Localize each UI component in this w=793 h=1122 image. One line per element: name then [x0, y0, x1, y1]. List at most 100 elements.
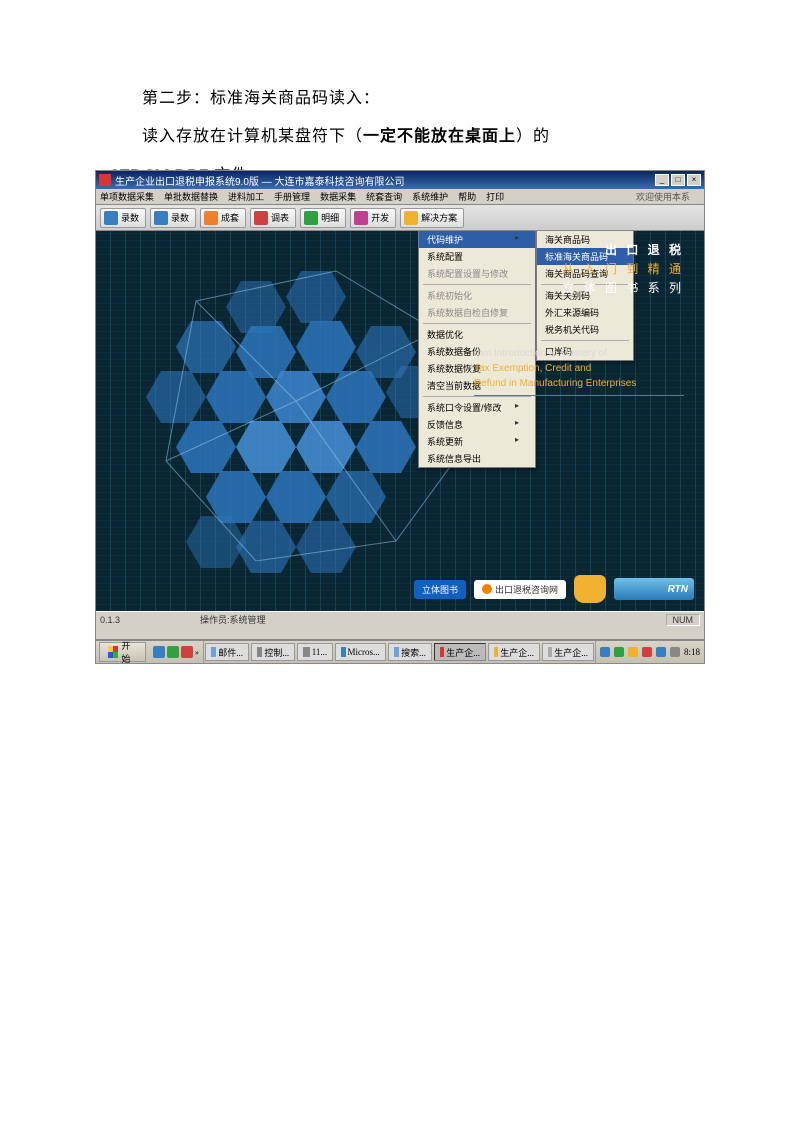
quicklaunch-expand[interactable]: » [195, 648, 199, 657]
tray-icon[interactable] [600, 647, 610, 657]
tray-icon[interactable] [670, 647, 680, 657]
status-version: 0.1.3 [100, 615, 120, 625]
toolbar-icon [404, 211, 418, 225]
promo-sub2: Tax Exemption, Credit and [474, 363, 591, 374]
task-icon [257, 647, 262, 657]
badge-website[interactable]: 出口退税咨询网 [474, 580, 566, 599]
menu-item[interactable]: 进料加工 [228, 190, 264, 203]
taskbar-task-active[interactable]: 生产企... [434, 643, 486, 661]
toolbar-button[interactable]: 调表 [250, 208, 296, 228]
menu-item[interactable]: 系统维护 [412, 190, 448, 203]
titlebar: 生产企业出口退税申报系统9.0版 — 大连市嘉泰科技咨询有限公司 _ □ × [96, 171, 704, 189]
status-numlock: NUM [666, 614, 701, 626]
menu-item[interactable]: 数据优化 [419, 326, 535, 343]
menu-item[interactable]: 系统信息导出 [419, 450, 535, 467]
toolbar-icon [104, 211, 118, 225]
menu-item[interactable]: 帮助 [458, 190, 476, 203]
toolbar: 录数 录数 成套 调表 明细 开发 解决方案 [96, 205, 704, 231]
badge-logo: RTN [614, 578, 694, 600]
toolbar-button[interactable]: 录数 [150, 208, 196, 228]
taskbar-task[interactable]: 控制... [251, 643, 295, 661]
toolbar-label: 解决方案 [421, 211, 457, 224]
menu-item[interactable]: 系统口令设置/修改 [419, 399, 535, 416]
toolbar-icon [304, 211, 318, 225]
tray-icon[interactable] [642, 647, 652, 657]
menu-item[interactable]: 打印 [486, 190, 504, 203]
minimize-button[interactable]: _ [655, 174, 669, 186]
bottom-badges: 立体图书 出口退税咨询网 RTN [414, 575, 694, 603]
menu-item[interactable]: 系统更新 [419, 433, 535, 450]
menu-item: 系统数据自检自修复 [419, 304, 535, 321]
taskbar-task[interactable]: 邮件... [205, 643, 249, 661]
toolbar-button[interactable]: 录数 [100, 208, 146, 228]
task-label: 生产企... [500, 646, 534, 659]
toolbar-button[interactable]: 成套 [200, 208, 246, 228]
badge-website-label: 出口退税咨询网 [495, 583, 558, 596]
doc-line2-c: ）的 [516, 128, 550, 145]
badge-logo-text: RTN [668, 584, 688, 595]
task-label: Micros... [348, 647, 380, 657]
taskbar-task[interactable]: 生产企... [542, 643, 594, 661]
toolbar-icon [254, 211, 268, 225]
task-label: 11... [312, 647, 327, 657]
task-icon [394, 647, 399, 657]
task-icon [548, 647, 552, 657]
windows-flag-icon [108, 646, 118, 658]
badge-book[interactable]: 立体图书 [414, 580, 466, 599]
task-icon [303, 647, 310, 657]
system-tray: 8:18 [595, 641, 704, 663]
status-operator: 操作员:系统管理 [200, 613, 266, 626]
toolbar-label: 明细 [321, 211, 339, 224]
promo-line3: 立 体 图 书 系 列 [514, 279, 684, 296]
doc-line2-bold: 一定不能放在桌面上 [363, 128, 516, 145]
promo-line1: 出 口 退 税 [514, 241, 684, 258]
toolbar-icon [204, 211, 218, 225]
toolbar-button[interactable]: 明细 [300, 208, 346, 228]
quick-launch: » [149, 641, 204, 663]
tray-icon[interactable] [656, 647, 666, 657]
task-icon [211, 647, 216, 657]
toolbar-icon [154, 211, 168, 225]
task-icon [494, 647, 498, 657]
task-label: 生产企... [446, 646, 480, 659]
menu-item[interactable]: 手册管理 [274, 190, 310, 203]
taskbar-task[interactable]: 搜索... [388, 643, 432, 661]
quicklaunch-icon[interactable] [153, 646, 165, 658]
submenu-item[interactable]: 外汇来源编码 [537, 304, 633, 321]
taskbar-task[interactable]: 生产企... [488, 643, 540, 661]
task-icon [440, 647, 444, 657]
taskbar-task[interactable]: 11... [297, 643, 333, 661]
menu-item[interactable]: 反馈信息 [419, 416, 535, 433]
toolbar-button[interactable]: 开发 [350, 208, 396, 228]
quicklaunch-icon[interactable] [167, 646, 179, 658]
window-title: 生产企业出口退税申报系统9.0版 — 大连市嘉泰科技咨询有限公司 [115, 173, 404, 188]
toolbar-button[interactable]: 解决方案 [400, 208, 464, 228]
menu-item[interactable]: 单项数据采集 [100, 190, 154, 203]
task-label: 搜索... [401, 646, 426, 659]
toolbar-label: 调表 [271, 211, 289, 224]
promo-subtext: rom Introduction to Mastery of Tax Exemp… [474, 346, 684, 396]
quicklaunch-icon[interactable] [181, 646, 193, 658]
promo-text: 出 口 退 税 从 入 门 到 精 通 立 体 图 书 系 列 [514, 241, 684, 296]
app-window: 生产企业出口退税申报系统9.0版 — 大连市嘉泰科技咨询有限公司 _ □ × 单… [95, 170, 705, 640]
start-button[interactable]: 开始 [99, 642, 146, 662]
menu-item[interactable]: 数据采集 [320, 190, 356, 203]
task-icon [341, 647, 345, 657]
tray-icon[interactable] [614, 647, 624, 657]
menu-item[interactable]: 统套查询 [366, 190, 402, 203]
task-label: 生产企... [554, 646, 588, 659]
submenu-item[interactable]: 税务机关代码 [537, 321, 633, 338]
task-label: 邮件... [218, 646, 243, 659]
close-button[interactable]: × [687, 174, 701, 186]
menu-item[interactable]: 单批数据替换 [164, 190, 218, 203]
maximize-button[interactable]: □ [671, 174, 685, 186]
tray-clock: 8:18 [684, 647, 700, 657]
taskbar-task[interactable]: Micros... [335, 643, 386, 661]
promo-sub3: Refund in Manufacturing Enterprises [474, 378, 636, 389]
tray-icon[interactable] [628, 647, 638, 657]
main-canvas: 代码维护 系统配置 系统配置设置与修改 系统初始化 系统数据自检自修复 数据优化… [96, 231, 704, 611]
promo-sub1: rom Introduction to Mastery of [474, 348, 607, 359]
toolbar-label: 录数 [171, 211, 189, 224]
app-icon [99, 174, 111, 186]
start-label: 开始 [121, 640, 137, 664]
